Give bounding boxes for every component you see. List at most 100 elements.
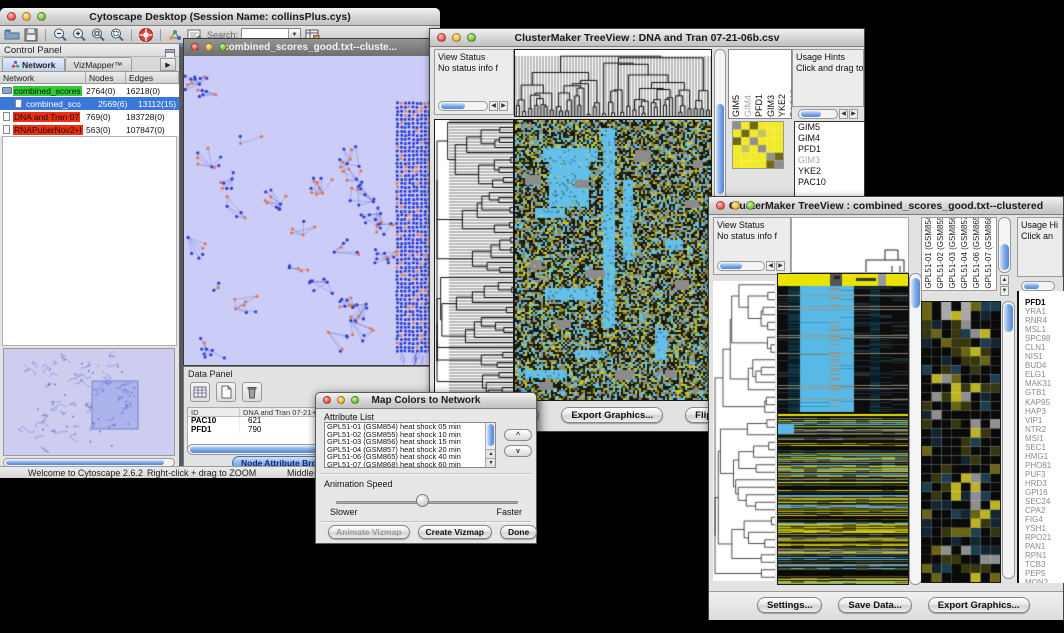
tab-network[interactable]: Network bbox=[2, 57, 65, 71]
column-labels-panel[interactable]: GPL51-01 (GSM854)GPL51-02 (GSM855)GPL51-… bbox=[921, 217, 997, 291]
col-network[interactable]: Network bbox=[0, 72, 86, 84]
network-canvas[interactable] bbox=[184, 56, 436, 365]
column-labels-panel[interactable]: GIM5GIM4PFD1GIM3YKE2PAC10 bbox=[728, 49, 792, 119]
settings-button[interactable]: Settings... bbox=[757, 597, 822, 613]
mini-heatmap[interactable] bbox=[732, 121, 784, 169]
column-label-gpl51-02-gsm855[interactable]: GPL51-02 (GSM855) bbox=[936, 218, 945, 289]
close-button[interactable] bbox=[716, 201, 725, 210]
scroll-left-icon[interactable]: ◀ bbox=[766, 261, 775, 271]
gene-hrd3[interactable]: HRD3 bbox=[1019, 479, 1064, 488]
network-table-row[interactable]: combined_sco2569(6)13112(15) bbox=[0, 97, 179, 110]
column-label-gpl51-07-gsm868[interactable]: GPL51-07 (GSM868) bbox=[984, 218, 993, 289]
gene-hap3[interactable]: HAP3 bbox=[1019, 407, 1064, 416]
network-overview-canvas[interactable] bbox=[4, 349, 174, 455]
gene-rpn1[interactable]: RPN1 bbox=[1019, 551, 1064, 560]
minimize-button[interactable] bbox=[205, 43, 213, 51]
column-label-gpl51-01-gsm854[interactable]: GPL51-01 (GSM854) bbox=[924, 218, 933, 289]
heatmap-canvas[interactable] bbox=[514, 119, 712, 401]
scroll-down-icon[interactable]: ▼ bbox=[1000, 286, 1009, 296]
gene-pac10[interactable]: PAC10 bbox=[795, 177, 864, 188]
animate-vizmap-button[interactable]: Animate Vizmap bbox=[328, 525, 410, 539]
column-label-gpl51-03-gsm856[interactable]: GPL51-03 (GSM856) bbox=[948, 218, 957, 289]
gene-spc98[interactable]: SPC98 bbox=[1019, 334, 1064, 343]
scroll-up-icon[interactable]: ▲ bbox=[1000, 275, 1009, 285]
column-label-pfd1[interactable]: PFD1 bbox=[755, 94, 765, 117]
heatmap-canvas[interactable] bbox=[777, 273, 909, 585]
gene-bud4[interactable]: BUD4 bbox=[1019, 361, 1064, 370]
gene-msi1[interactable]: MSI1 bbox=[1019, 434, 1064, 443]
gene-ntr2[interactable]: NTR2 bbox=[1019, 425, 1064, 434]
network-table-row[interactable]: DNA and Tran 07769(0)183728(0) bbox=[0, 110, 179, 123]
labels-vscrollbar[interactable] bbox=[998, 217, 1011, 273]
main-titlebar[interactable]: Cytoscape Desktop (Session Name: collins… bbox=[0, 8, 440, 26]
gene-hmg1[interactable]: HMG1 bbox=[1019, 452, 1064, 461]
attribute-list-vscrollbar[interactable]: ▲ ▼ bbox=[485, 423, 495, 467]
network-table-row[interactable]: combined_scores2764(0)16218(0) bbox=[0, 84, 179, 97]
gene-tcb3[interactable]: TCB3 bbox=[1019, 560, 1064, 569]
minimize-button[interactable] bbox=[22, 12, 31, 21]
gene-sec1[interactable]: SEC1 bbox=[1019, 443, 1064, 452]
attribute-list[interactable]: GPL51-01 (GSM854) heat shock 05 minGPL51… bbox=[324, 422, 496, 468]
zoom-vscrollbar[interactable] bbox=[1002, 301, 1015, 579]
move-down-button[interactable]: v bbox=[504, 445, 532, 457]
column-label-gim4[interactable]: GIM4 bbox=[744, 95, 754, 117]
gene-msl1[interactable]: MSL1 bbox=[1019, 325, 1064, 334]
zoom-in-icon[interactable] bbox=[71, 27, 87, 43]
new-doc-icon[interactable] bbox=[216, 382, 236, 402]
zoom-button[interactable] bbox=[219, 43, 227, 51]
gene-elg1[interactable]: ELG1 bbox=[1019, 370, 1064, 379]
gene-sec24[interactable]: SEC24 bbox=[1019, 497, 1064, 506]
gene-yra1[interactable]: YRA1 bbox=[1019, 307, 1064, 316]
minimize-button[interactable] bbox=[452, 33, 461, 42]
scroll-right-icon[interactable]: ▶ bbox=[499, 101, 508, 111]
gene-cpa2[interactable]: CPA2 bbox=[1019, 506, 1064, 515]
scroll-left-icon[interactable]: ◀ bbox=[489, 101, 498, 111]
gene-rnr4[interactable]: RNR4 bbox=[1019, 316, 1064, 325]
zoom-fit-icon[interactable] bbox=[109, 27, 125, 43]
usage-hscrollbar[interactable] bbox=[1021, 281, 1055, 291]
column-dendrogram[interactable] bbox=[514, 49, 712, 117]
gene-gim5[interactable]: GIM5 bbox=[795, 122, 864, 133]
create-vizmap-button[interactable]: Create Vizmap bbox=[418, 525, 492, 539]
gene-pan1[interactable]: PAN1 bbox=[1019, 542, 1064, 551]
close-button[interactable] bbox=[191, 43, 199, 51]
gene-mon2[interactable]: MON2 bbox=[1019, 578, 1064, 583]
zoom-button[interactable] bbox=[351, 396, 359, 404]
gene-pep5[interactable]: PEP5 bbox=[1019, 569, 1064, 578]
col-nodes[interactable]: Nodes bbox=[86, 72, 126, 84]
gene-puf3[interactable]: PUF3 bbox=[1019, 470, 1064, 479]
gene-mak31[interactable]: MAK31 bbox=[1019, 379, 1064, 388]
zoom-heatmap[interactable] bbox=[921, 301, 1001, 583]
row-dendrogram[interactable] bbox=[713, 281, 775, 581]
gene-list-panel[interactable]: PFD1YRA1RNR4MSL1SPC98CLN1NIS1BUD4ELG1MAK… bbox=[1017, 291, 1064, 583]
network-new-icon[interactable] bbox=[167, 27, 183, 43]
tab-vizmapper[interactable]: VizMapper™ bbox=[65, 57, 132, 71]
col-id[interactable]: ID bbox=[188, 408, 240, 416]
col-edges[interactable]: Edges bbox=[126, 72, 179, 84]
usage-hscrollbar[interactable]: ◀ ▶ bbox=[798, 109, 858, 119]
gene-pfd1[interactable]: PFD1 bbox=[1019, 298, 1064, 307]
column-label-yke2[interactable]: YKE2 bbox=[778, 94, 788, 117]
gene-gim3[interactable]: GIM3 bbox=[795, 155, 864, 166]
save-icon[interactable] bbox=[23, 27, 39, 43]
close-button[interactable] bbox=[7, 12, 16, 21]
dialog-titlebar[interactable]: Map Colors to Network bbox=[316, 393, 536, 409]
status-hscrollbar[interactable]: ◀ ▶ bbox=[438, 101, 508, 111]
grid-icon[interactable] bbox=[190, 382, 210, 402]
column-label-gim3[interactable]: GIM3 bbox=[767, 95, 777, 117]
gene-yke2[interactable]: YKE2 bbox=[795, 166, 864, 177]
zoom-button[interactable] bbox=[37, 12, 46, 21]
float-panel-icon[interactable] bbox=[165, 46, 175, 56]
minimize-button[interactable] bbox=[337, 396, 345, 404]
treeview2-titlebar[interactable]: ClusterMaker TreeView : combined_scores_… bbox=[709, 197, 1063, 215]
gene-gpi16[interactable]: GPI16 bbox=[1019, 488, 1064, 497]
scroll-down-icon[interactable]: ▼ bbox=[486, 458, 496, 467]
zoom-out-icon[interactable] bbox=[52, 27, 68, 43]
gene-pho81[interactable]: PHO81 bbox=[1019, 461, 1064, 470]
gene-gtb1[interactable]: GTB1 bbox=[1019, 388, 1064, 397]
zoom-button[interactable] bbox=[746, 201, 755, 210]
save-data-button[interactable]: Save Data... bbox=[838, 597, 911, 613]
gene-fig4[interactable]: FIG4 bbox=[1019, 515, 1064, 524]
scroll-right-icon[interactable]: ▶ bbox=[849, 109, 858, 119]
scroll-right-icon[interactable]: ▶ bbox=[776, 261, 785, 271]
